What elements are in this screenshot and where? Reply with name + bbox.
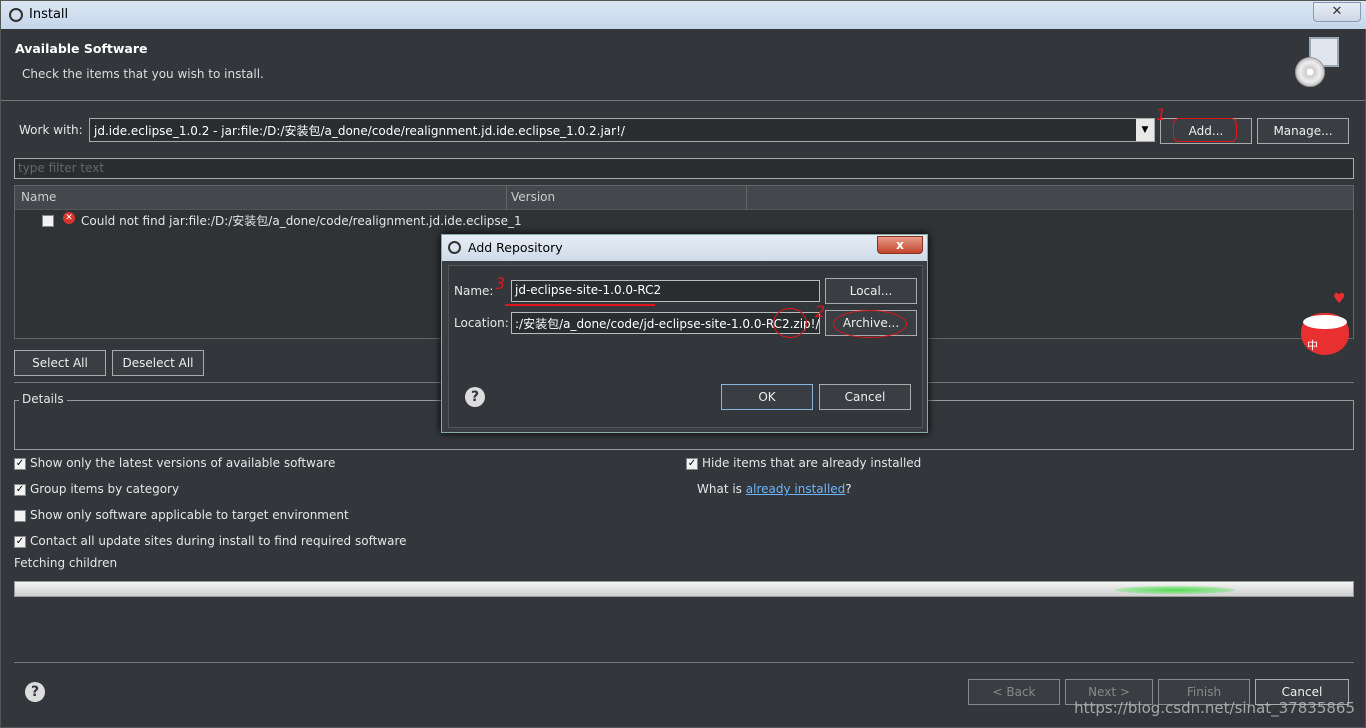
dialog-body: Name: jd-eclipse-site-1.0.0-RC2 Local...… — [448, 265, 923, 428]
page-subtitle: Check the items that you wish to install… — [22, 67, 264, 81]
eclipse-icon — [9, 8, 23, 22]
disc-icon — [1295, 57, 1325, 87]
progress-bar — [14, 581, 1354, 597]
row-checkbox[interactable] — [42, 215, 54, 227]
title-bar: Install ✕ — [1, 1, 1366, 29]
chevron-down-icon[interactable]: ▼ — [1136, 119, 1154, 141]
what-is-suffix: ? — [845, 482, 852, 496]
dialog-cancel-button[interactable]: Cancel — [819, 384, 911, 410]
what-is-prefix: What is — [697, 482, 746, 496]
contact-label: Contact all update sites during install … — [30, 534, 407, 548]
annotation-underline-name — [505, 298, 655, 306]
help-icon[interactable]: ? — [25, 682, 45, 702]
status-text: Fetching children — [14, 556, 118, 570]
contact-checkbox[interactable]: ✓ — [14, 536, 26, 548]
column-divider — [506, 186, 507, 210]
already-installed-link[interactable]: already installed — [746, 482, 846, 496]
deselect-all-button[interactable]: Deselect All — [112, 350, 204, 376]
window-title: Install — [29, 7, 69, 22]
install-window: Install ✕ Available Software Check the i… — [0, 0, 1366, 728]
window-close-button[interactable]: ✕ — [1313, 2, 1361, 22]
details-legend: Details — [19, 392, 67, 406]
table-row[interactable]: ✕ Could not find jar:file:/D:/安装包/a_done… — [15, 211, 1353, 231]
annotation-circle-add — [1173, 118, 1237, 142]
work-with-label: Work with: — [19, 123, 83, 137]
group-checkbox[interactable]: ✓ — [14, 484, 26, 496]
select-all-button[interactable]: Select All — [14, 350, 106, 376]
ime-mode: 中 — [1307, 339, 1318, 352]
table-header: Name Version — [15, 186, 1353, 210]
row-name: Could not find jar:file:/D:/安装包/a_done/c… — [81, 214, 522, 228]
work-with-value: jd.ide.eclipse_1.0.2 - jar:file:/D:/安装包/… — [94, 124, 625, 138]
progress-indicator — [1115, 586, 1235, 594]
annotation-circle-zip — [773, 308, 807, 338]
watermark: https://blog.csdn.net/sinat_37835865 — [1074, 699, 1355, 717]
annotation-one: 1 — [1156, 105, 1167, 124]
column-name[interactable]: Name — [21, 190, 56, 204]
wizard-header: Available Software Check the items that … — [1, 29, 1365, 101]
heart-icon: ♥ — [1333, 291, 1346, 307]
latest-checkbox[interactable]: ✓ — [14, 458, 26, 470]
dialog-title: Add Repository — [468, 240, 563, 255]
hide-installed-checkbox[interactable]: ✓ — [686, 458, 698, 470]
hide-installed-label: Hide items that are already installed — [702, 456, 922, 470]
back-button[interactable]: < Back — [968, 679, 1060, 705]
add-repository-dialog: Add Repository x Name: jd-eclipse-site-1… — [441, 234, 928, 433]
ok-button[interactable]: OK — [721, 384, 813, 410]
dialog-title-bar: Add Repository x — [442, 235, 927, 261]
annotation-circle-archive — [833, 310, 907, 338]
annotation-two: 2 — [815, 302, 826, 321]
work-with-combo[interactable]: jd.ide.eclipse_1.0.2 - jar:file:/D:/安装包/… — [89, 118, 1155, 142]
manage-sites-button[interactable]: Manage... — [1257, 118, 1349, 144]
error-icon: ✕ — [63, 212, 75, 224]
applicable-checkbox[interactable] — [14, 510, 26, 522]
ime-tray-icon[interactable]: ♥ 中 — [1299, 291, 1351, 357]
local-button[interactable]: Local... — [825, 278, 917, 304]
apple-top — [1303, 315, 1347, 329]
help-icon[interactable]: ? — [465, 387, 485, 407]
column-divider — [746, 186, 747, 210]
column-version[interactable]: Version — [511, 190, 555, 204]
page-title: Available Software — [15, 41, 148, 56]
what-is-installed: What is already installed? — [697, 482, 852, 496]
divider — [14, 662, 1354, 663]
install-banner-icon — [1295, 37, 1339, 87]
applicable-label: Show only software applicable to target … — [30, 508, 349, 522]
eclipse-icon — [448, 241, 461, 254]
group-label: Group items by category — [30, 482, 180, 496]
annotation-three: 3 — [495, 274, 506, 293]
dialog-close-button[interactable]: x — [877, 236, 923, 254]
filter-input[interactable]: type filter text — [14, 158, 1354, 179]
latest-label: Show only the latest versions of availab… — [30, 456, 336, 470]
location-label: Location: — [454, 316, 509, 330]
name-label: Name: — [454, 284, 494, 298]
